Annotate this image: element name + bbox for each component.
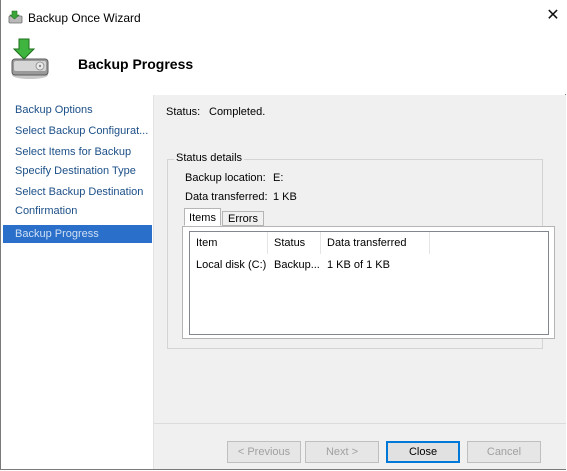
window-title: Backup Once Wizard bbox=[28, 11, 141, 25]
status-details-legend: Status details bbox=[174, 152, 245, 164]
wizard-window: Backup Once Wizard ✕ Backup Progress Bac… bbox=[0, 0, 567, 470]
tab-strip: Items Errors bbox=[182, 208, 302, 227]
items-list[interactable]: Item Status Data transferred Local disk … bbox=[189, 231, 549, 335]
nav-item-backup-progress[interactable]: Backup Progress bbox=[3, 225, 152, 243]
tab-items[interactable]: Items bbox=[184, 208, 221, 226]
backup-icon bbox=[8, 10, 24, 24]
cell-item: Local disk (C:) bbox=[196, 259, 267, 271]
cell-data-transferred: 1 KB of 1 KB bbox=[327, 259, 390, 271]
data-transferred-value: 1 KB bbox=[273, 191, 297, 203]
column-header-status[interactable]: Status bbox=[268, 232, 321, 254]
nav-item-select-backup-configuration[interactable]: Select Backup Configurat... bbox=[3, 122, 152, 140]
cancel-button[interactable]: Cancel bbox=[467, 441, 541, 463]
previous-button[interactable]: < Previous bbox=[227, 441, 301, 463]
nav-item-confirmation[interactable]: Confirmation bbox=[3, 202, 152, 220]
next-button[interactable]: Next > bbox=[305, 441, 379, 463]
tab-errors[interactable]: Errors bbox=[222, 211, 264, 226]
items-tab-panel: Item Status Data transferred Local disk … bbox=[182, 226, 555, 339]
wizard-header: Backup Progress bbox=[1, 32, 567, 94]
nav-item-select-items-for-backup[interactable]: Select Items for Backup bbox=[3, 143, 152, 161]
column-header-data-transferred[interactable]: Data transferred bbox=[321, 232, 430, 254]
status-value: Completed. bbox=[209, 106, 266, 118]
wizard-steps-nav: Backup Options Select Backup Configurat.… bbox=[3, 95, 154, 469]
close-button[interactable]: Close bbox=[386, 441, 460, 463]
backup-location-label: Backup location: bbox=[185, 172, 266, 184]
title-bar: Backup Once Wizard ✕ bbox=[1, 0, 567, 32]
nav-item-select-backup-destination[interactable]: Select Backup Destination bbox=[3, 183, 152, 201]
button-separator bbox=[154, 423, 566, 424]
cell-status: Backup... bbox=[274, 259, 320, 271]
backup-drive-icon bbox=[9, 37, 51, 81]
nav-item-specify-destination-type[interactable]: Specify Destination Type bbox=[3, 162, 152, 180]
close-icon[interactable]: ✕ bbox=[538, 5, 567, 27]
status-label: Status: bbox=[166, 106, 201, 118]
backup-location-value: E: bbox=[273, 172, 284, 184]
column-header-item[interactable]: Item bbox=[190, 232, 268, 254]
data-transferred-label: Data transferred: bbox=[185, 191, 268, 203]
nav-item-backup-options[interactable]: Backup Options bbox=[3, 101, 152, 119]
page-title: Backup Progress bbox=[78, 56, 194, 72]
